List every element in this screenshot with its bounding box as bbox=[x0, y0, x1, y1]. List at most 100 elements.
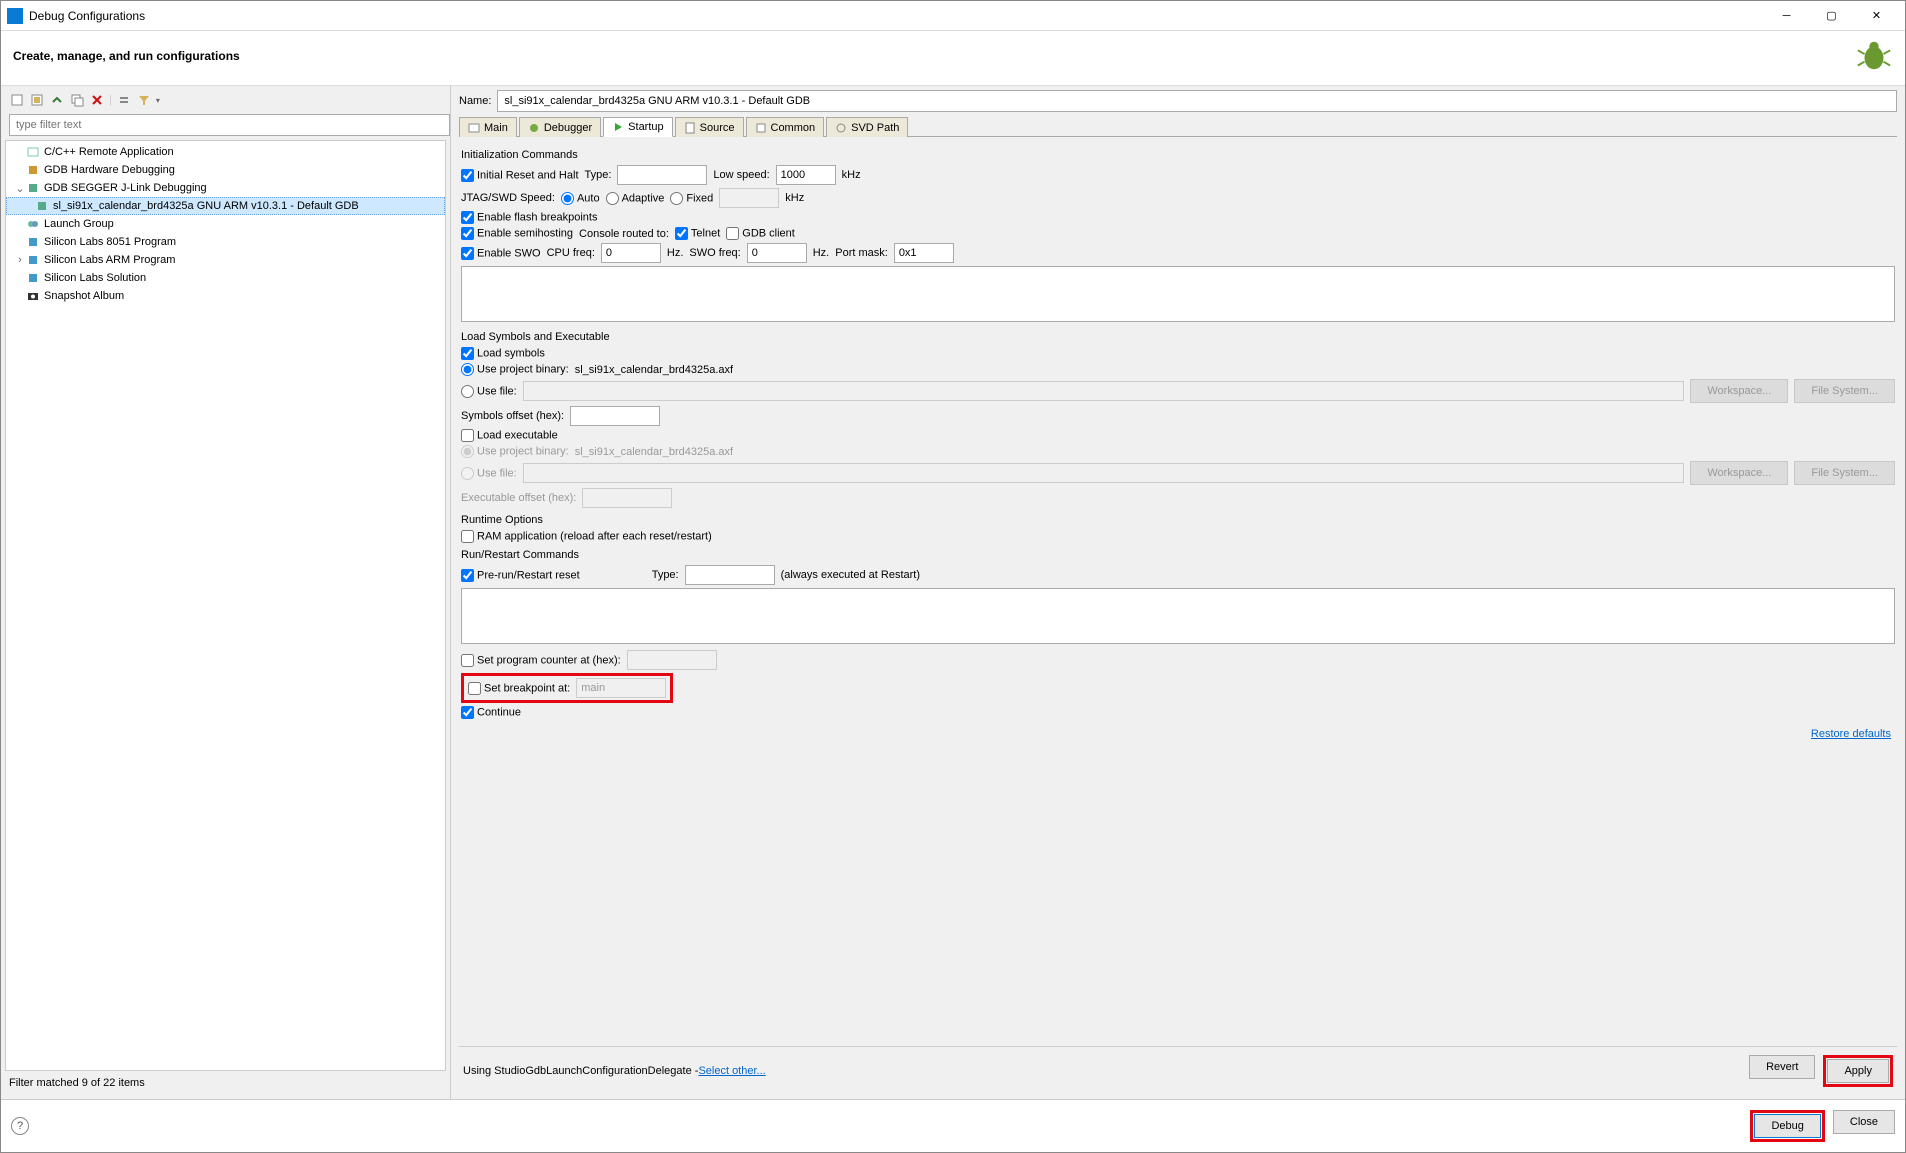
console-routed-label: Console routed to: bbox=[579, 228, 669, 240]
delegate-label: Using StudioGdbLaunchConfigurationDelega… bbox=[463, 1065, 698, 1077]
load-executable-checkbox[interactable]: Load executable bbox=[461, 429, 558, 442]
titlebar: Debug Configurations ─ ▢ ✕ bbox=[1, 1, 1905, 31]
enable-swo-checkbox[interactable]: Enable SWO bbox=[461, 247, 541, 260]
exec-filesystem-button: File System... bbox=[1794, 461, 1895, 485]
maximize-button[interactable]: ▢ bbox=[1809, 2, 1854, 30]
dialog-footer: ? Debug Close bbox=[1, 1099, 1905, 1152]
debug-button[interactable]: Debug bbox=[1754, 1114, 1820, 1138]
reset-type-input[interactable] bbox=[617, 165, 707, 185]
new-proto-icon[interactable] bbox=[29, 92, 45, 108]
jtag-speed-label: JTAG/SWD Speed: bbox=[461, 192, 555, 204]
tab-source[interactable]: Source bbox=[675, 117, 744, 137]
tab-startup[interactable]: Startup bbox=[603, 117, 672, 137]
bug-icon bbox=[1855, 37, 1893, 75]
init-commands-title: Initialization Commands bbox=[461, 149, 1895, 161]
symbols-filesystem-button: File System... bbox=[1794, 379, 1895, 403]
tab-svd[interactable]: SVD Path bbox=[826, 117, 908, 137]
restart-type-label: Type: bbox=[652, 569, 679, 581]
config-toolbar: | ▾ bbox=[5, 90, 446, 110]
gdb-client-checkbox[interactable]: GDB client bbox=[726, 227, 795, 240]
launch-config-footer: Using StudioGdbLaunchConfigurationDelega… bbox=[459, 1046, 1897, 1095]
cpu-freq-input[interactable] bbox=[601, 243, 661, 263]
swo-freq-label: SWO freq: bbox=[689, 247, 740, 259]
filter-input[interactable] bbox=[9, 114, 450, 136]
startup-tab-content: Initialization Commands Initial Reset an… bbox=[459, 137, 1897, 1046]
prerun-reset-checkbox[interactable]: Pre-run/Restart reset bbox=[461, 569, 580, 582]
restart-type-input[interactable] bbox=[685, 565, 775, 585]
tree-item-sl-arm[interactable]: ›Silicon Labs ARM Program bbox=[6, 251, 445, 269]
config-tree[interactable]: C/C++ Remote Application GDB Hardware De… bbox=[5, 140, 446, 1071]
set-pc-checkbox[interactable]: Set program counter at (hex): bbox=[461, 654, 621, 667]
dialog-header: Create, manage, and run configurations bbox=[1, 31, 1905, 86]
tree-item-sl-solution[interactable]: Silicon Labs Solution bbox=[6, 269, 445, 287]
minimize-button[interactable]: ─ bbox=[1764, 2, 1809, 30]
run-restart-title: Run/Restart Commands bbox=[461, 549, 1895, 561]
dialog-subtitle: Create, manage, and run configurations bbox=[13, 49, 240, 63]
jtag-speed-input bbox=[719, 188, 779, 208]
set-breakpoint-input bbox=[576, 678, 666, 698]
jtag-fixed-radio[interactable]: Fixed bbox=[670, 192, 713, 205]
enable-semihosting-checkbox[interactable]: Enable semihosting bbox=[461, 227, 573, 240]
tree-item-selected-config[interactable]: sl_si91x_calendar_brd4325a GNU ARM v10.3… bbox=[6, 197, 445, 215]
symbols-file-input bbox=[523, 381, 1685, 401]
runtime-options-title: Runtime Options bbox=[461, 514, 1895, 526]
help-icon[interactable]: ? bbox=[11, 1117, 29, 1135]
apply-button[interactable]: Apply bbox=[1827, 1059, 1889, 1083]
name-label: Name: bbox=[459, 95, 491, 107]
symbols-offset-label: Symbols offset (hex): bbox=[461, 410, 564, 422]
tree-item-launch-group[interactable]: Launch Group bbox=[6, 215, 445, 233]
close-window-button[interactable]: ✕ bbox=[1854, 2, 1899, 30]
filter-icon[interactable] bbox=[136, 92, 152, 108]
tree-item-snapshot[interactable]: Snapshot Album bbox=[6, 287, 445, 305]
exec-use-file-radio: Use file: bbox=[461, 467, 517, 480]
window-title: Debug Configurations bbox=[29, 9, 1764, 23]
low-speed-label: Low speed: bbox=[713, 169, 769, 181]
set-breakpoint-checkbox[interactable]: Set breakpoint at: bbox=[468, 682, 570, 695]
exec-offset-label: Executable offset (hex): bbox=[461, 492, 576, 504]
jtag-auto-radio[interactable]: Auto bbox=[561, 192, 600, 205]
configurations-panel: | ▾ C/C++ Remote Application GDB Hardwar… bbox=[1, 86, 451, 1099]
swo-freq-input[interactable] bbox=[747, 243, 807, 263]
load-symbols-checkbox[interactable]: Load symbols bbox=[461, 347, 545, 360]
telnet-checkbox[interactable]: Telnet bbox=[675, 227, 720, 240]
tree-item-gdb-segger[interactable]: ⌄GDB SEGGER J-Link Debugging bbox=[6, 179, 445, 197]
select-other-link[interactable]: Select other... bbox=[698, 1065, 765, 1077]
tab-bar: Main Debugger Startup Source Common SVD … bbox=[459, 116, 1897, 137]
tree-item-gdb-hw[interactable]: GDB Hardware Debugging bbox=[6, 161, 445, 179]
use-file-radio[interactable]: Use file: bbox=[461, 385, 517, 398]
export-icon[interactable] bbox=[49, 92, 65, 108]
project-binary-name: sl_si91x_calendar_brd4325a.axf bbox=[575, 364, 733, 376]
type-label: Type: bbox=[585, 169, 612, 181]
duplicate-icon[interactable] bbox=[69, 92, 85, 108]
tree-item-sl-8051[interactable]: Silicon Labs 8051 Program bbox=[6, 233, 445, 251]
tree-item-cpp-remote[interactable]: C/C++ Remote Application bbox=[6, 143, 445, 161]
restart-commands-textarea[interactable] bbox=[461, 588, 1895, 644]
symbols-offset-input[interactable] bbox=[570, 406, 660, 426]
exec-workspace-button: Workspace... bbox=[1690, 461, 1788, 485]
new-config-icon[interactable] bbox=[9, 92, 25, 108]
enable-flash-bp-checkbox[interactable]: Enable flash breakpoints bbox=[461, 211, 597, 224]
initial-reset-checkbox[interactable]: Initial Reset and Halt bbox=[461, 169, 579, 182]
restore-defaults-link[interactable]: Restore defaults bbox=[1811, 728, 1891, 740]
tab-debugger[interactable]: Debugger bbox=[519, 117, 601, 137]
close-button[interactable]: Close bbox=[1833, 1110, 1895, 1134]
filter-status: Filter matched 9 of 22 items bbox=[5, 1071, 446, 1095]
exec-offset-input bbox=[582, 488, 672, 508]
port-mask-input[interactable] bbox=[894, 243, 954, 263]
set-breakpoint-highlight: Set breakpoint at: bbox=[461, 673, 673, 703]
ram-app-checkbox[interactable]: RAM application (reload after each reset… bbox=[461, 530, 712, 543]
continue-checkbox[interactable]: Continue bbox=[461, 706, 521, 719]
symbols-workspace-button: Workspace... bbox=[1690, 379, 1788, 403]
revert-button[interactable]: Revert bbox=[1749, 1055, 1815, 1079]
delete-icon[interactable] bbox=[89, 92, 105, 108]
app-icon bbox=[7, 8, 23, 24]
cpu-freq-label: CPU freq: bbox=[547, 247, 595, 259]
init-commands-textarea[interactable] bbox=[461, 266, 1895, 322]
jtag-adaptive-radio[interactable]: Adaptive bbox=[606, 192, 665, 205]
tab-common[interactable]: Common bbox=[746, 117, 825, 137]
collapse-all-icon[interactable] bbox=[116, 92, 132, 108]
use-project-binary-radio[interactable]: Use project binary: bbox=[461, 363, 569, 376]
config-name-input[interactable] bbox=[497, 90, 1897, 112]
tab-main[interactable]: Main bbox=[459, 117, 517, 137]
low-speed-input[interactable] bbox=[776, 165, 836, 185]
